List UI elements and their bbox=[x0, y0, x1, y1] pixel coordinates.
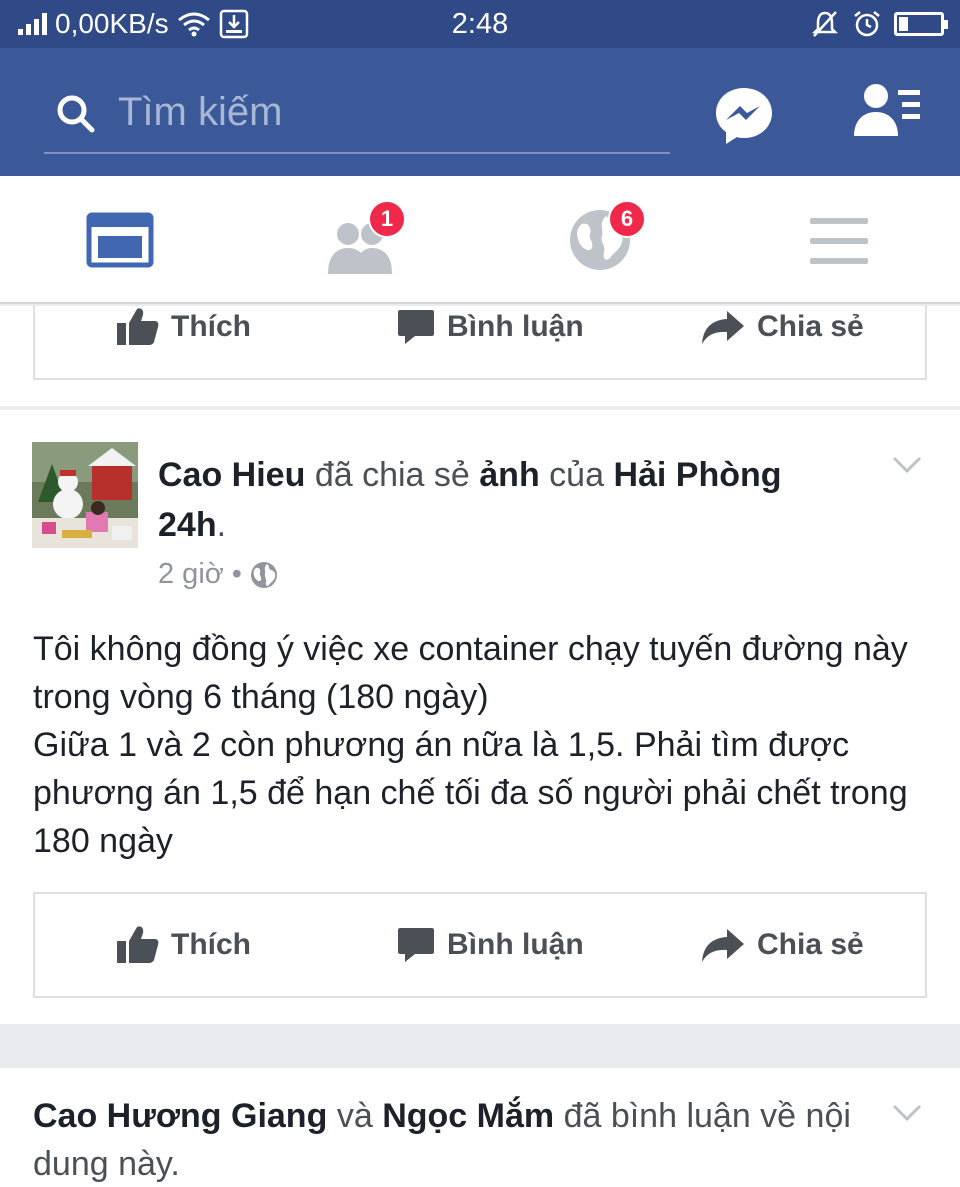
post-period: . bbox=[216, 506, 227, 544]
alarm-icon bbox=[854, 11, 880, 37]
comment-icon bbox=[398, 310, 434, 344]
share-button[interactable]: Chia sẻ bbox=[701, 306, 864, 378]
like-icon bbox=[117, 926, 159, 963]
friend-requests-badge: 1 bbox=[368, 200, 406, 238]
share-label: Chia sẻ bbox=[757, 928, 864, 961]
comment-label: Bình luận bbox=[447, 928, 584, 961]
news-feed: Thích Bình luận Chia sẻ Cao Hieu đã chia… bbox=[0, 306, 960, 1187]
comment-button[interactable]: Bình luận bbox=[397, 894, 584, 996]
news-feed-icon bbox=[86, 212, 154, 268]
shared-object[interactable]: ảnh bbox=[479, 456, 539, 494]
like-button[interactable]: Thích bbox=[117, 894, 251, 996]
top-bar bbox=[0, 48, 960, 176]
like-icon bbox=[117, 308, 159, 345]
battery-icon bbox=[894, 12, 948, 36]
post-options-chevron-icon[interactable] bbox=[892, 456, 922, 474]
author-name[interactable]: Cao Hieu bbox=[158, 456, 305, 494]
conjunction: và bbox=[336, 1097, 373, 1135]
public-globe-icon bbox=[250, 561, 277, 588]
friends-list-icon[interactable] bbox=[852, 80, 924, 144]
status-bar: 0,00KB/s 2:48 bbox=[0, 0, 960, 48]
search-icon bbox=[57, 95, 95, 133]
commenter-1[interactable]: Cao Hương Giang bbox=[33, 1097, 327, 1135]
share-icon bbox=[702, 929, 744, 962]
like-button[interactable]: Thích bbox=[117, 306, 251, 378]
share-button[interactable]: Chia sẻ bbox=[701, 894, 864, 996]
notifications-badge: 6 bbox=[608, 200, 646, 238]
share-label: Chia sẻ bbox=[757, 310, 864, 343]
post-verb: đã chia sẻ bbox=[314, 456, 470, 494]
tab-notifications[interactable]: 6 bbox=[568, 200, 648, 276]
meta-separator: • bbox=[231, 558, 242, 590]
comment-button[interactable]: Bình luận bbox=[397, 306, 584, 378]
comment-activity-line: Cao Hương Giang và Ngọc Mắm đã bình luận… bbox=[33, 1092, 853, 1187]
post-card: Cao Hieu đã chia sẻ ảnh của Hải Phòng 24… bbox=[0, 410, 960, 1024]
post-time[interactable]: 2 giờ bbox=[158, 558, 224, 591]
like-label: Thích bbox=[171, 928, 251, 961]
tab-menu[interactable] bbox=[808, 206, 888, 276]
comment-label: Bình luận bbox=[447, 310, 584, 343]
tab-bar: 1 6 bbox=[0, 176, 960, 304]
comment-icon bbox=[398, 928, 434, 962]
share-icon bbox=[702, 311, 744, 344]
story-options-chevron-icon[interactable] bbox=[892, 1104, 922, 1122]
author-avatar[interactable] bbox=[32, 442, 138, 548]
tab-friend-requests[interactable]: 1 bbox=[326, 200, 406, 276]
tab-news-feed[interactable] bbox=[86, 206, 166, 276]
messenger-icon[interactable] bbox=[712, 84, 776, 148]
previous-post-action-bar: Thích Bình luận Chia sẻ bbox=[33, 306, 927, 380]
like-label: Thích bbox=[171, 310, 251, 343]
post-headline: Cao Hieu đã chia sẻ ảnh của Hải Phòng 24… bbox=[158, 450, 838, 550]
post-text: Tôi không đồng ý việc xe container chạy … bbox=[33, 630, 908, 860]
commenter-2[interactable]: Ngọc Mắm bbox=[382, 1097, 554, 1135]
post-of: của bbox=[549, 456, 604, 494]
search-input[interactable] bbox=[118, 84, 658, 140]
bell-muted-icon bbox=[811, 11, 839, 37]
next-story-card: Cao Hương Giang và Ngọc Mắm đã bình luận… bbox=[0, 1068, 960, 1187]
search-box[interactable] bbox=[44, 78, 670, 154]
post-action-bar: Thích Bình luận Chia sẻ bbox=[33, 892, 927, 998]
menu-icon bbox=[810, 218, 868, 264]
post-meta: 2 giờ • bbox=[158, 558, 278, 591]
previous-post-card: Thích Bình luận Chia sẻ bbox=[0, 306, 960, 406]
